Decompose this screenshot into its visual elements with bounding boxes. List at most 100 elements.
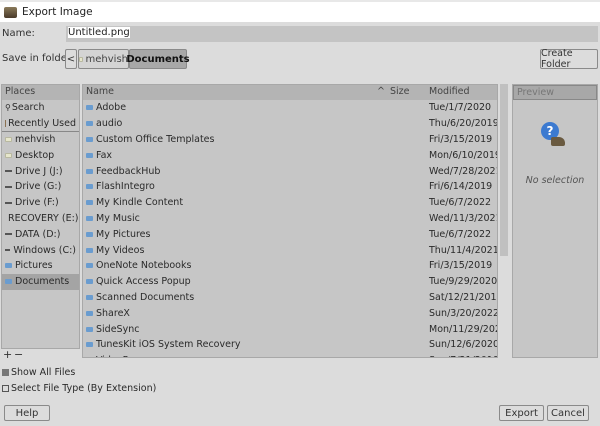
drive-icon [5,249,11,252]
file-row[interactable]: FeedbackHub Wed/7/28/2021 [83,163,497,179]
places-item[interactable]: Desktop [2,147,79,163]
file-modified: Tue/6/7/2022 [429,197,492,209]
show-all-files-label: Show All Files [11,367,76,378]
file-row[interactable]: FlashIntegro Fri/6/14/2019 [83,179,497,195]
add-place-button[interactable]: + [3,348,12,361]
file-name: OneNote Notebooks [96,260,192,272]
file-row[interactable]: Quick Access Popup Tue/9/29/2020 [83,274,497,290]
gimp-icon [4,7,17,18]
sort-ascending-icon: ^ [377,86,385,97]
places-item-label: DATA (D:) [15,228,61,240]
file-modified: Tue/9/29/2020 [429,276,498,288]
search-icon: ⚲ [5,103,11,113]
folder-icon [86,200,93,206]
scrollbar[interactable] [500,84,508,256]
file-row[interactable]: My Music Wed/11/3/2021 [83,211,497,227]
places-item[interactable]: ⚲ Search [2,100,79,116]
places-item[interactable]: Recently Used [2,116,79,132]
select-file-type-label: Select File Type (By Extension) [11,383,157,394]
breadcrumb-mehvish[interactable]: mehvish [78,49,129,69]
places-item-label: Search [11,102,45,114]
places-item-label: Drive (F:) [15,197,59,209]
folder-icon [86,136,93,142]
folder-icon [5,263,12,269]
file-row[interactable]: Adobe Tue/1/7/2020 [83,100,497,116]
file-row[interactable]: ShareX Sun/3/20/2022 [83,305,497,321]
folder-icon [86,121,93,127]
remove-place-button[interactable]: − [14,348,23,361]
file-name: Fax [96,149,113,161]
folder-icon [86,326,93,332]
places-item-label: mehvish [15,133,56,145]
file-name: ShareX [96,307,130,319]
file-row[interactable]: Fax Mon/6/10/2019 [83,147,497,163]
places-item-label: Documents [15,276,70,288]
places-item-label: Drive J (J:) [15,165,63,177]
places-item[interactable]: Windows (C:) [2,242,79,258]
file-row[interactable]: SideSync Mon/11/29/2021 [83,321,497,337]
file-row[interactable]: audio Thu/6/20/2019 [83,116,497,132]
column-size[interactable]: Size [390,86,410,97]
places-item[interactable]: Pictures [2,258,79,274]
file-modified: Fri/6/14/2019 [429,181,493,193]
column-modified[interactable]: Modified [429,86,470,97]
places-item[interactable]: Drive J (J:) [2,163,79,179]
filename-input[interactable]: Untitled.png [66,26,598,42]
file-row[interactable]: Custom Office Templates Fri/3/15/2019 [83,132,497,148]
name-label: Name: [2,28,35,39]
file-row[interactable]: Scanned Documents Sat/12/21/2019 [83,290,497,306]
file-modified: Thu/6/20/2019 [429,118,498,130]
file-name: Custom Office Templates [96,133,215,145]
breadcrumb-label: mehvish [85,53,128,65]
show-all-files-toggle[interactable]: Show All Files [2,367,75,378]
file-name: VideoProc [96,355,143,357]
places-item[interactable]: Documents [2,273,79,290]
file-name: My Videos [96,244,145,256]
column-name[interactable]: Name [86,86,114,97]
places-item[interactable]: Drive (F:) [2,195,79,211]
file-row[interactable]: My Pictures Tue/6/7/2022 [83,226,497,242]
folder-icon [86,247,93,253]
file-row[interactable]: My Videos Thu/11/4/2021 [83,242,497,258]
folder-icon [86,215,93,221]
file-name: audio [96,118,123,130]
file-modified: Sat/12/21/2019 [429,291,498,303]
export-button[interactable]: Export [499,405,544,421]
places-item[interactable]: DATA (D:) [2,226,79,242]
cancel-button[interactable]: Cancel [547,405,589,421]
places-item[interactable]: Drive (G:) [2,179,79,195]
places-header: Places [2,85,79,100]
file-name: FlashIntegro [96,181,155,193]
places-item-label: Windows (C:) [13,244,76,256]
file-row[interactable]: TunesKit iOS System Recovery Sun/12/6/202… [83,337,497,353]
gimp-wilber-icon [551,137,565,146]
file-row[interactable]: VideoProc Sun/7/21/2019 [83,353,497,357]
file-modified: Tue/1/7/2020 [429,102,492,114]
folder-icon [86,152,93,158]
places-item-label: Recently Used [8,117,76,129]
back-button[interactable]: < [65,49,77,69]
help-button[interactable]: Help [4,405,50,421]
file-name: SideSync [96,323,140,335]
places-item[interactable]: mehvish [2,132,79,148]
folder-icon [86,294,93,300]
file-row[interactable]: OneNote Notebooks Fri/3/15/2019 [83,258,497,274]
window-title: Export Image [22,6,93,18]
breadcrumb-documents[interactable]: Documents [126,49,190,69]
file-modified: Mon/11/29/2021 [429,323,497,335]
file-row[interactable]: My Kindle Content Tue/6/7/2022 [83,195,497,211]
file-modified: Sun/7/21/2019 [429,355,497,357]
places-item-label: RECOVERY (E:) [8,212,79,224]
create-folder-button[interactable]: Create Folder [540,48,598,70]
file-list: Name ^ Size Modified Adobe Tue/1/7/2020 au… [82,84,498,358]
select-file-type-toggle[interactable]: Select File Type (By Extension) [2,383,156,394]
file-name: TunesKit iOS System Recovery [96,339,241,351]
drive-icon [5,201,12,204]
folder-icon [86,231,93,237]
places-item[interactable]: RECOVERY (E:) [2,211,79,227]
places-item-label: Desktop [15,149,55,161]
file-modified: Tue/6/7/2022 [429,228,492,240]
folder-icon [86,310,93,316]
expander-icon [2,369,9,376]
file-modified: Fri/3/15/2019 [429,133,493,145]
